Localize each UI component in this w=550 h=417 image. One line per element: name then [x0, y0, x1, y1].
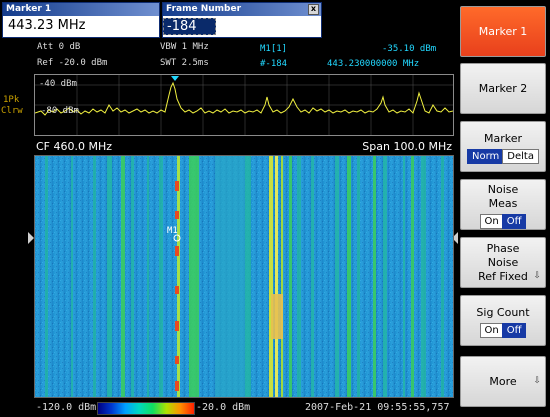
phase-label-2: Noise	[487, 256, 519, 269]
submenu-arrow-icon: ⇩	[533, 271, 541, 281]
swt-text: SWT 2.5ms	[160, 58, 209, 68]
sig-on-option[interactable]: On	[479, 323, 504, 338]
ref-line-label: -40 dBm	[39, 79, 77, 89]
marker1-entry-dialog[interactable]: Marker 1 443.23 MHz	[2, 2, 160, 38]
waterfall-image	[35, 156, 453, 397]
waterfall-header: CF 460.0 MHz Span 100.0 MHz	[34, 140, 454, 154]
phase-label-1: Phase	[486, 242, 520, 255]
softkey-noise-meas[interactable]: Noise Meas On Off	[460, 179, 546, 230]
frame-number-input[interactable]: -184	[163, 18, 216, 35]
more-label: More	[489, 375, 517, 388]
colorbar-row: -120.0 dBm -20.0 dBm 2007-Feb-21 09:55:5…	[0, 400, 458, 417]
marker-frequency-input[interactable]: 443.23 MHz	[8, 18, 85, 33]
marker-frequency: 443.230000000 MHz	[327, 59, 420, 69]
noise-label-1: Noise	[487, 183, 519, 196]
marker-label: M1[1]	[260, 44, 288, 54]
phase-label-3: Ref Fixed	[478, 270, 528, 283]
spectrum-trace-window[interactable]: -40 dBm -80 dBm	[34, 74, 454, 136]
center-frequency: CF 460.0 MHz	[36, 140, 113, 153]
delta-option[interactable]: Delta	[502, 149, 539, 164]
sig-count-toggle[interactable]: On Off	[461, 323, 545, 338]
softkey-marker1-label: Marker 1	[478, 25, 528, 38]
measurement-area: Marker 1 443.23 MHz Frame Number x -184 …	[0, 0, 458, 417]
noise-on-option[interactable]: On	[479, 214, 504, 229]
second-line-label: -80 dBm	[41, 106, 79, 116]
spectrogram-waterfall[interactable]: M1	[34, 155, 454, 398]
analyzer-screen: Marker 1 443.23 MHz Frame Number x -184 …	[0, 0, 550, 417]
sig-off-option[interactable]: Off	[501, 323, 527, 338]
noise-off-option[interactable]: Off	[501, 214, 527, 229]
colorbar	[97, 402, 195, 415]
softkey-sig-count[interactable]: Sig Count On Off	[460, 295, 546, 346]
spectrum-plot	[35, 75, 453, 135]
span: Span 100.0 MHz	[362, 140, 452, 153]
softkey-panel: Marker 1 Marker 2 Marker Norm Delta Nois…	[458, 0, 550, 417]
frame-dialog-title: Frame Number x	[163, 3, 321, 16]
softkey-phase-noise[interactable]: Phase Noise Ref Fixed ⇩	[460, 237, 546, 288]
waterfall-marker-tag: M1	[167, 226, 178, 236]
spectrum-trace	[35, 81, 453, 116]
softkey-marker1[interactable]: Marker 1	[460, 6, 546, 57]
marker-level: -35.10 dBm	[382, 44, 437, 54]
att-text: Att 0 dB	[37, 42, 81, 52]
colorbar-max: -20.0 dBm	[196, 402, 251, 413]
softkey-marker2-label: Marker 2	[478, 82, 528, 95]
softkey-marker-label: Marker	[483, 132, 523, 145]
trace-mode-1: 1Pk	[3, 95, 20, 105]
frame-number-dialog[interactable]: Frame Number x -184	[162, 2, 322, 38]
softkey-marker2[interactable]: Marker 2	[460, 63, 546, 114]
noise-label-2: Meas	[488, 197, 518, 210]
norm-option[interactable]: Norm	[467, 149, 505, 164]
marker-triangle-icon	[171, 76, 179, 81]
softkey-marker-mode[interactable]: Marker Norm Delta	[460, 121, 546, 172]
marker-mode-toggle[interactable]: Norm Delta	[461, 149, 545, 164]
trace-mode-2: Clrw	[1, 106, 23, 116]
timestamp: 2007-Feb-21 09:55:55,757	[305, 402, 450, 413]
marker-frame: #-184	[260, 59, 288, 69]
softkey-more[interactable]: More ⇩	[460, 356, 546, 407]
vbw-text: VBW 1 MHz	[160, 42, 209, 52]
frame-dialog-title-text: Frame Number	[166, 4, 242, 14]
marker-dialog-title: Marker 1	[3, 3, 159, 16]
more-arrow-icon: ⇩	[533, 376, 541, 386]
colorbar-min: -120.0 dBm	[36, 402, 97, 413]
noise-toggle[interactable]: On Off	[461, 214, 545, 229]
close-icon[interactable]: x	[308, 4, 319, 15]
sig-count-label: Sig Count	[476, 306, 530, 319]
ref-level-text: Ref -20.0 dBm	[37, 58, 108, 68]
